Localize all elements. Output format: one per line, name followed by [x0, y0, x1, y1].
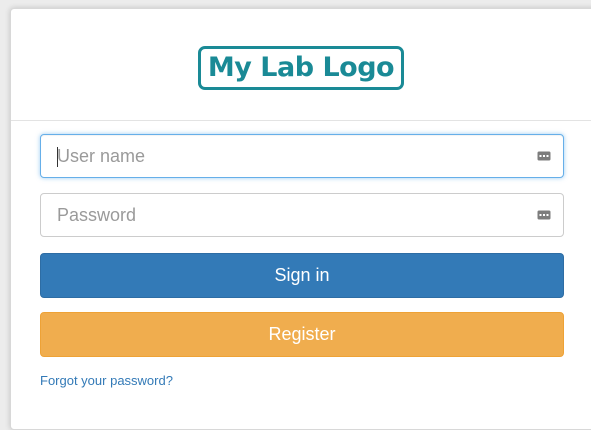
login-card: My Lab Logo Sign in Register Forgot your… — [10, 8, 591, 430]
key-icon — [537, 151, 551, 161]
username-input[interactable] — [41, 135, 563, 177]
forgot-password-link[interactable]: Forgot your password? — [40, 373, 173, 388]
register-button[interactable]: Register — [40, 312, 564, 357]
password-input[interactable] — [41, 194, 563, 236]
lab-logo: My Lab Logo — [198, 46, 404, 90]
sign-in-button[interactable]: Sign in — [40, 253, 564, 298]
text-cursor — [57, 147, 58, 167]
password-field[interactable] — [40, 193, 564, 237]
username-field[interactable] — [40, 134, 564, 178]
key-icon — [537, 210, 551, 220]
login-header: My Lab Logo — [11, 9, 591, 121]
